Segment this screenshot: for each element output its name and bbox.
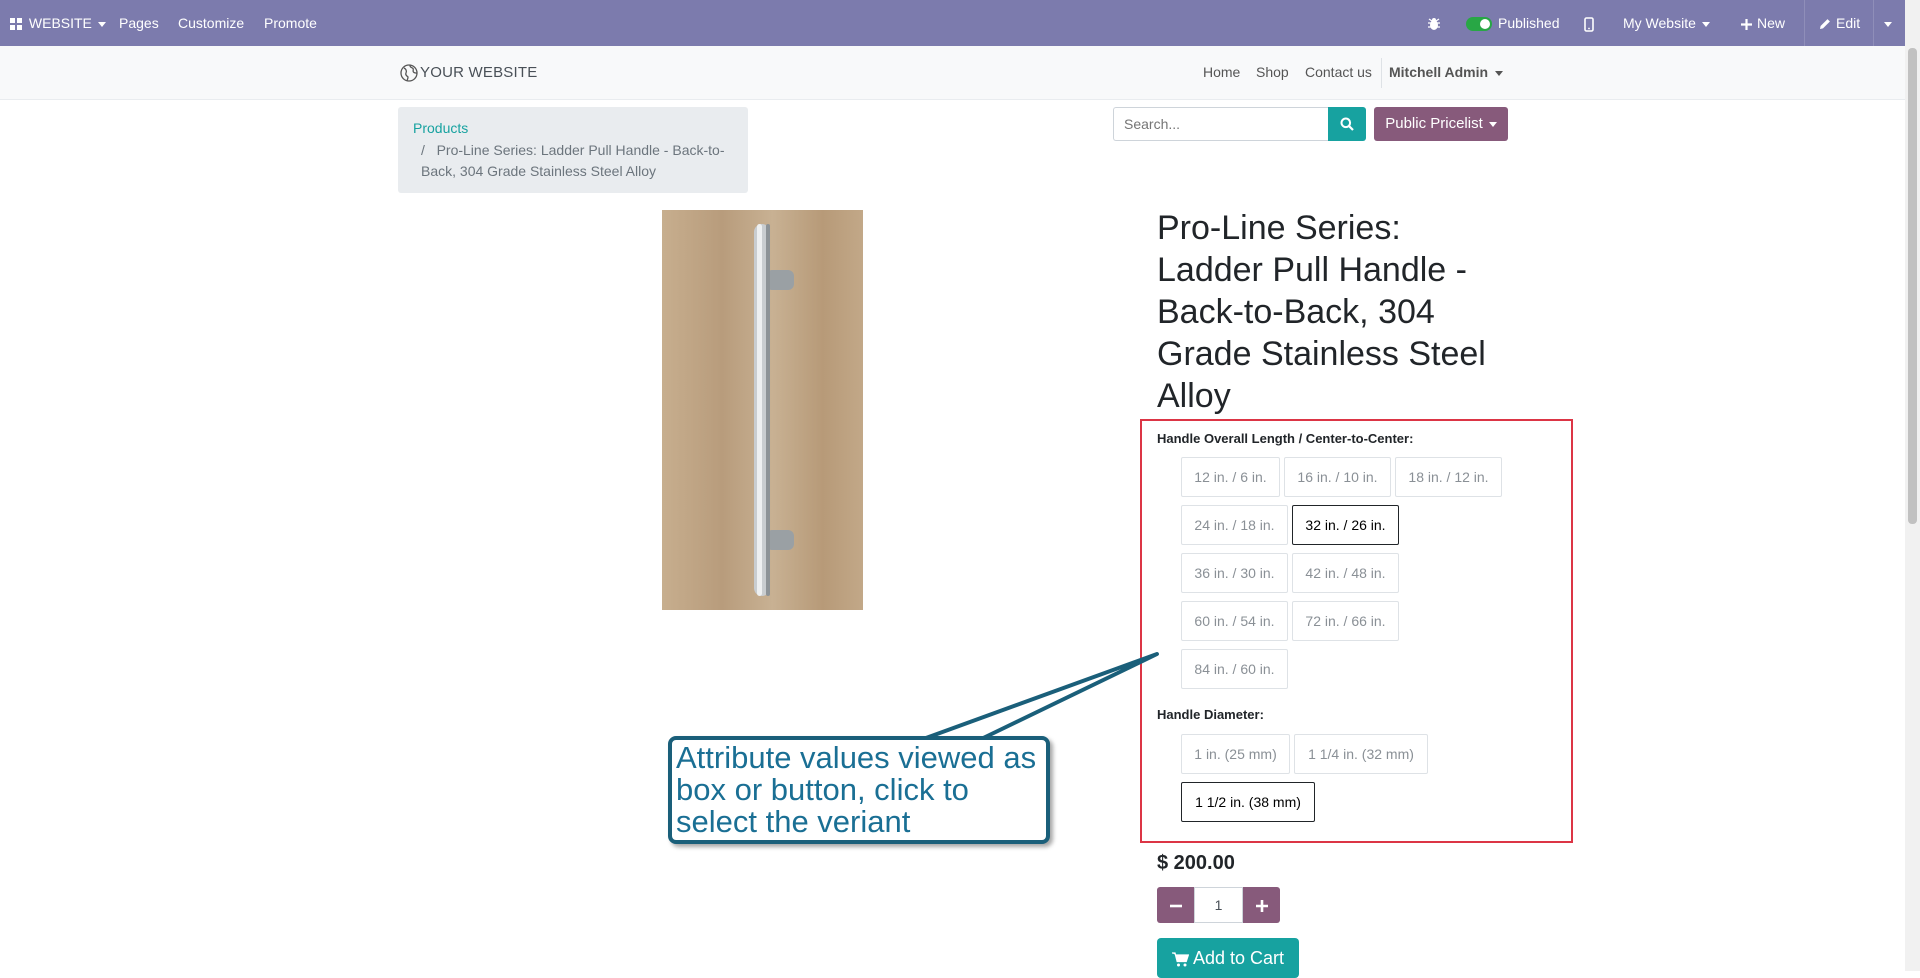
scrollbar-thumb[interactable] (1908, 48, 1917, 524)
annotation-callout: Attribute values viewed as box or button… (668, 736, 1050, 844)
